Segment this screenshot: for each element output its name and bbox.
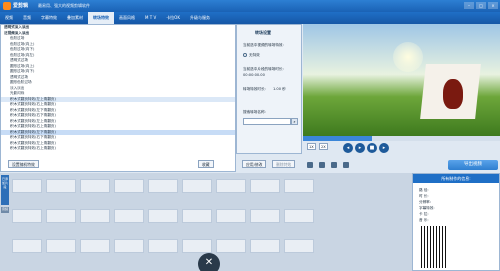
timeline-clip[interactable] [148,209,178,223]
save-icon[interactable] [319,162,325,168]
folder-icon[interactable] [307,162,313,168]
target-label: 当前选中视频的转场特效: [243,43,284,47]
filmstrip-row [12,209,314,223]
video-preview [303,24,500,136]
timeline-clip[interactable] [284,209,314,223]
tab-upgrade[interactable]: 升级与服务 [185,12,215,24]
app-subtitle: 最易用、强大的视频剪辑软件 [38,3,90,8]
tab-karaoke[interactable]: 卡拉OK [161,12,185,24]
filmstrip-row [12,179,314,193]
search-label: 搜索转场名称: [243,110,266,114]
violin-image [443,79,463,109]
timeline-clip[interactable] [284,179,314,193]
timeline-clip[interactable] [250,179,280,193]
tab-subtitle-effects[interactable]: 字幕特效 [36,12,62,24]
timeline-clip[interactable] [12,179,42,193]
speed-value: 1.00 秒 [273,87,286,91]
maximize-icon[interactable]: □ [476,2,486,9]
timeline-clip[interactable] [114,239,144,253]
snapshot-icon[interactable] [331,162,337,168]
timeline-clip[interactable] [148,239,178,253]
info-row: 分辨率: [419,200,431,204]
info-row: 音 乐: [419,218,429,222]
undo-icon[interactable] [343,162,349,168]
filmstrip-row [12,239,314,253]
export-video-button[interactable]: 导出视频 [448,160,498,170]
search-input[interactable] [243,118,291,125]
favorite-button[interactable]: 收藏 [198,160,214,168]
timeline-clip[interactable] [46,239,76,253]
settings-title: 转场设置 [255,30,271,35]
timeline-clip[interactable] [80,179,110,193]
duration-label: 当前选中片段的转场时长: [243,67,284,71]
play-icon[interactable]: ▸ [355,143,365,153]
delete-effect-button[interactable]: 删除特效 [272,160,296,168]
tab-style[interactable]: 画面风格 [114,12,140,24]
tab-video[interactable]: 视频 [0,12,18,24]
sun-glow [393,42,423,72]
tab-audio[interactable]: 音频 [18,12,36,24]
speed-1x[interactable]: 1X [307,143,316,150]
timeline-clip[interactable] [80,239,110,253]
timeline-clip[interactable] [216,239,246,253]
timeline-clip[interactable] [46,179,76,193]
timeline-clip[interactable] [182,179,212,193]
timeline-clip[interactable] [250,209,280,223]
main-tabs: 视频 音频 字幕特效 叠加素材 转场特效 画面风格 M T V 卡拉OK 升级与… [0,12,500,24]
info-row: 字幕特效: [419,206,435,210]
stop-icon[interactable]: ■ [367,143,377,153]
timeline-tab[interactable]: 音频 [1,207,9,213]
timeline-clip[interactable] [12,239,42,253]
timeline-clip[interactable] [216,179,246,193]
random-effect-button[interactable]: 设置随机特效 [8,160,39,168]
effects-list: 透明式淡入淡出 泛视频淡入淡出 色阶过场 色阶过场(向上) 色阶过场(向下) 色阶过场(向… [0,24,236,172]
timeline-label: 已添加片段 [1,175,9,205]
app-window: 爱剪辑 最易用、强大的视频剪辑软件 – □ × 视频 音频 字幕特效 叠加素材 … [0,0,500,271]
tab-overlay[interactable]: 叠加素材 [62,12,88,24]
timeline-clip[interactable] [114,179,144,193]
effect-item[interactable]: 积木式翻页特效(右上角翻页) [1,146,235,152]
info-row: 卡 拉: [419,212,429,216]
speed-label: 转场特效时长: [243,87,266,91]
tab-transitions[interactable]: 转场特效 [88,12,114,24]
next-icon[interactable]: ▸ [379,143,389,153]
prev-icon[interactable]: ◂ [343,143,353,153]
app-name: 爱剪辑 [13,3,29,9]
timeline-clip[interactable] [114,209,144,223]
player-controls: 1X 2X ◂ ▸ ■ ▸ [303,141,500,159]
transition-settings: 转场设置 当前选中视频的转场特效: 无特效 当前选中片段的转场时长: 00:00… [236,24,302,154]
no-effect-radio[interactable] [243,53,247,57]
timeline-clip[interactable] [182,209,212,223]
info-row: 时 长: [419,194,429,198]
app-logo-icon [3,2,11,10]
info-title: 所有制作的信息: [413,174,499,183]
barcode-graphic [421,226,446,268]
timeline-clip[interactable] [148,179,178,193]
apply-button[interactable]: 应用/修改 [242,160,267,168]
timeline-clip[interactable] [80,209,110,223]
minimize-icon[interactable]: – [464,2,474,9]
no-effect-label: 无特效 [249,53,260,57]
close-icon[interactable]: × [488,2,498,9]
tools-icon[interactable]: ✕ [198,253,220,271]
speed-2x[interactable]: 2X [319,143,328,150]
preview-toolbar [307,162,349,168]
duration-value: 00:00:00.00 [243,73,265,77]
timeline-clip[interactable] [284,239,314,253]
info-panel: 所有制作的信息: 路 径: 时 长: 分辨率: 字幕特效: 卡 拉: 音 乐: [412,173,500,271]
timeline-clip[interactable] [12,209,42,223]
timeline-clip[interactable] [46,209,76,223]
info-row: 路 径: [419,188,429,192]
search-icon[interactable]: ⌕ [291,118,298,125]
title-bar: 爱剪辑 最易用、强大的视频剪辑软件 – □ × [0,0,500,12]
tab-mtv[interactable]: M T V [140,12,161,24]
timeline-clip[interactable] [182,239,212,253]
timeline-clip[interactable] [216,209,246,223]
timeline-clip[interactable] [250,239,280,253]
